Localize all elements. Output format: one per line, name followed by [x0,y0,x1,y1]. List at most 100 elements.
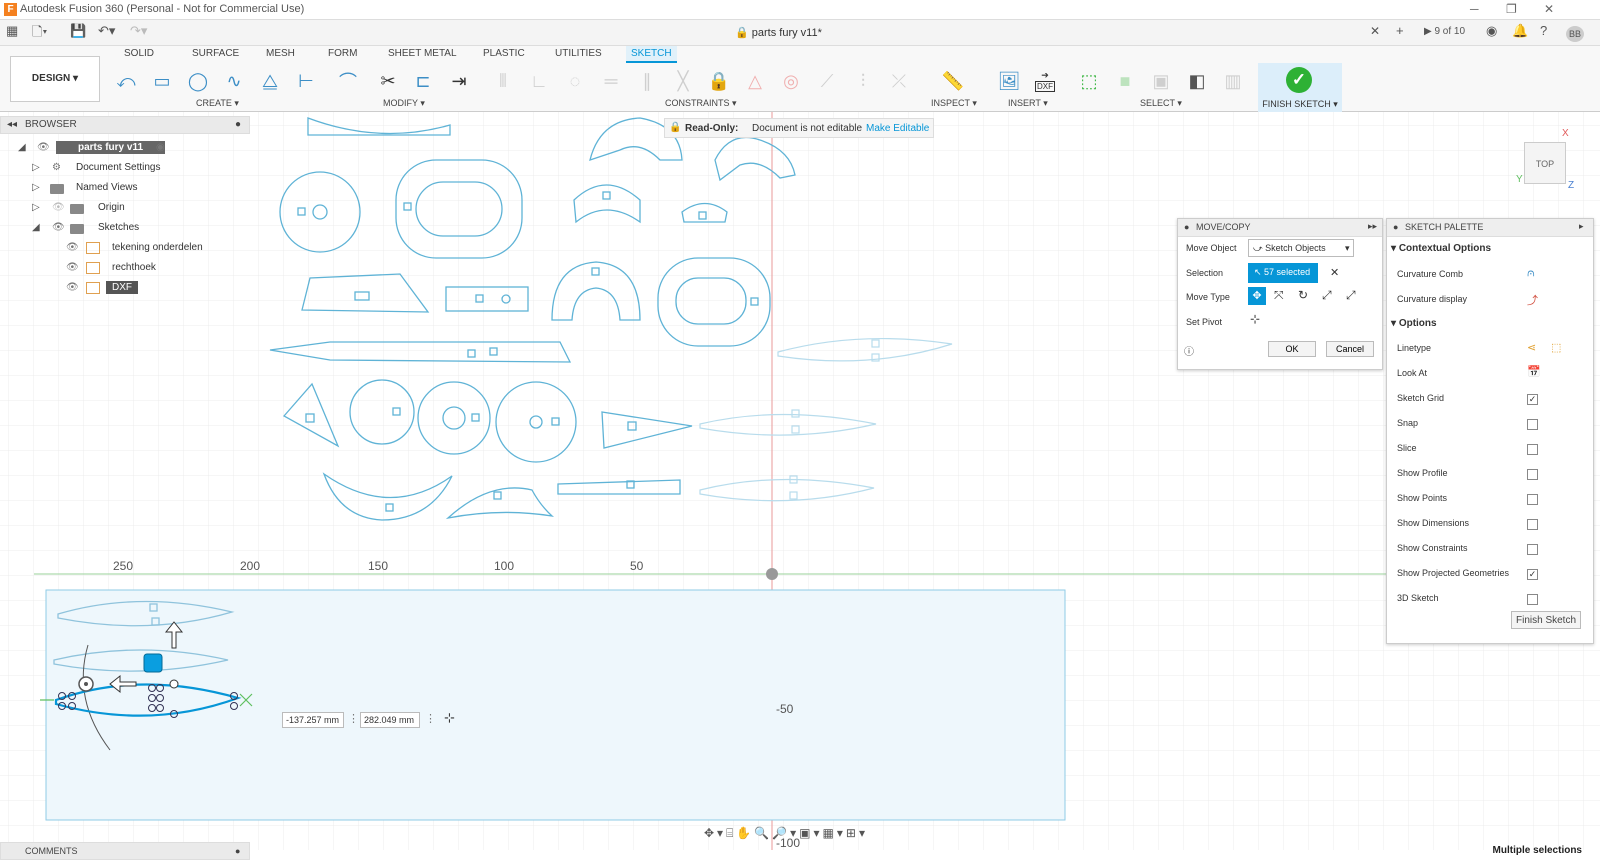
job-status-icon[interactable]: ◉ [1486,23,1497,39]
measure-tool-icon[interactable]: 📏 [940,68,966,94]
insert-menu[interactable]: INSERT ▾ [1008,98,1048,109]
midpoint-constraint-icon[interactable]: △ [742,68,768,94]
expand-document-settings-icon[interactable]: ▷ [32,162,40,173]
select-menu[interactable]: SELECT ▾ [1140,98,1182,109]
tab-mesh[interactable]: MESH [266,48,295,59]
comments-panel[interactable]: COMMENTS ● [0,842,250,860]
tab-form[interactable]: FORM [328,48,357,59]
fillet-tool-icon[interactable]: ⌒ [335,68,361,94]
tab-surface[interactable]: SURFACE [192,48,239,59]
browser-sketch-rechthoek[interactable]: rechthoek [112,262,156,273]
browser-sketch-tekening-onderdelen[interactable]: tekening onderdelen [112,242,203,253]
equal-constraint-icon[interactable]: ═ [598,68,624,94]
option-checkbox-sketch-grid[interactable]: ✓ [1527,394,1538,405]
navigation-bar[interactable]: ✥▾⌸✋🔍🔎▾▣▾▦▾⊞▾ [704,826,868,841]
expand-palette-icon[interactable]: ▸ [1579,221,1584,232]
help-icon[interactable]: ? [1540,23,1547,38]
close-window-icon[interactable]: ✕ [1544,2,1554,16]
translate-icon[interactable]: ⤧ [1274,288,1284,303]
tangent-constraint-icon[interactable]: ◌ [562,68,588,94]
orbit-icon[interactable]: ✥▾ [704,826,726,840]
centerline-linetype-icon[interactable]: ⬚ [1551,341,1561,354]
new-tab-icon[interactable]: + [1396,23,1404,38]
look-at-icon[interactable]: ⌸ [726,826,736,840]
sketch-visibility-icon[interactable]: 👁 [66,262,79,273]
coincident-constraint-icon[interactable]: ╳ [670,68,696,94]
selection-button[interactable]: ↖ 57 selected [1248,263,1318,283]
parallel-constraint-icon[interactable]: ∥ [634,68,660,94]
tab-sketch[interactable]: SKETCH [626,46,677,63]
sketch-visibility-icon[interactable]: 👁 [66,282,79,293]
option-checkbox-show-points[interactable] [1527,494,1538,505]
y-distance-input[interactable] [360,712,420,728]
spline-tool-icon[interactable]: ∿ [221,68,247,94]
perpendicular-constraint-icon[interactable]: ∟ [526,68,552,94]
browser-item-document-settings[interactable]: Document Settings [76,162,161,173]
window-select-icon[interactable]: ⬚ [1076,68,1102,94]
file-menu-icon[interactable]: 🗋▾ [32,23,47,45]
curvature-comb-icon[interactable]: ⩀ [1527,267,1535,280]
y-input-menu-icon[interactable]: ⋮ [425,712,436,725]
set-pivot-icon[interactable]: ⊹ [1250,312,1260,326]
mirror-tool-icon[interactable]: ⧋ [257,68,283,94]
apps-grid-icon[interactable]: ▦ [6,23,18,39]
collinear-constraint-icon[interactable]: ⟋ [814,68,840,94]
browser-item-origin[interactable]: Origin [98,202,125,213]
options-heading[interactable]: ▾ Options [1391,318,1437,329]
undo-icon[interactable]: ↶▾ [98,23,115,39]
concentric-constraint-icon[interactable]: ◎ [778,68,804,94]
expand-named-views-icon[interactable]: ▷ [32,182,40,193]
make-editable-link[interactable]: Make Editable [866,123,929,134]
construction-linetype-icon[interactable]: ⋖ [1527,341,1536,354]
select-body-icon[interactable]: ◧ [1184,68,1210,94]
comments-pin-icon[interactable]: ● [235,846,240,856]
sketches-visibility-icon[interactable]: 👁 [52,222,65,233]
user-avatar[interactable]: BB [1566,26,1584,42]
x-distance-input[interactable] [282,712,344,728]
tab-plastic[interactable]: PLASTIC [483,48,525,59]
workspace-switcher[interactable]: DESIGN ▾ [10,56,100,102]
browser-sketch-dxf[interactable]: DXF [106,281,138,294]
circle-tool-icon[interactable]: ◯ [185,68,211,94]
move-copy-header[interactable]: ● MOVE/COPY ▸▸ [1178,219,1382,237]
insert-dxf-icon[interactable]: ➔ DXF [1032,68,1058,94]
browser-pin-icon[interactable]: ● [235,119,241,130]
option-checkbox-snap[interactable] [1527,419,1538,430]
trim-tool-icon[interactable]: ✂ [375,68,401,94]
tab-sheet-metal[interactable]: SHEET METAL [388,48,457,59]
info-icon[interactable]: ⓘ [1184,343,1194,358]
redo-icon[interactable]: ↷▾ [130,23,147,39]
browser-root-item[interactable]: parts fury v11 [56,141,166,154]
select-solid-icon[interactable]: ■ [1112,68,1138,94]
dimension-tool-icon[interactable]: ⊢ [293,68,319,94]
browser-item-named-views[interactable]: Named Views [76,182,138,193]
viewports-icon[interactable]: ⊞▾ [846,826,868,840]
tab-utilities[interactable]: UTILITIES [555,48,602,59]
pivot-set-icon[interactable]: ⊹ [444,710,455,726]
fix-constraint-icon[interactable]: 🔒 [706,68,732,94]
point-to-position-icon[interactable]: ⤢ [1346,288,1356,303]
zoom-icon[interactable]: 🔍 [754,826,772,840]
option-checkbox-3d-sketch[interactable] [1527,594,1538,605]
save-icon[interactable]: 💾 [70,23,86,39]
root-visibility-icon[interactable]: 👁 [37,142,50,153]
minimize-icon[interactable]: ─ [1470,2,1479,16]
option-checkbox-show-profile[interactable] [1527,469,1538,480]
extend-tool-icon[interactable]: ⇥ [446,68,472,94]
contextual-options-heading[interactable]: ▾ Contextual Options [1391,243,1491,254]
curvature-display-icon[interactable]: ⤴ [1527,292,1538,308]
close-tab-icon[interactable]: ✕ [1370,24,1380,38]
notifications-icon[interactable]: 🔔 [1512,23,1528,39]
cancel-button[interactable]: Cancel [1326,341,1374,357]
rectangle-tool-icon[interactable]: ▭ [149,68,175,94]
select-edge-icon[interactable]: ▥ [1220,68,1246,94]
activate-root-icon[interactable]: ◉ [156,142,165,153]
option-checkbox-slice[interactable] [1527,444,1538,455]
x-input-menu-icon[interactable]: ⋮ [348,712,359,725]
finish-sketch-palette-button[interactable]: Finish Sketch [1511,611,1581,629]
pan-icon[interactable]: ✋ [736,826,754,840]
horizontal-constraint-icon[interactable]: ⦀ [490,68,516,94]
symmetry-constraint-icon[interactable]: ⫶ [850,68,876,94]
tab-solid[interactable]: SOLID [124,48,154,59]
inspect-menu[interactable]: INSPECT ▾ [931,98,977,109]
